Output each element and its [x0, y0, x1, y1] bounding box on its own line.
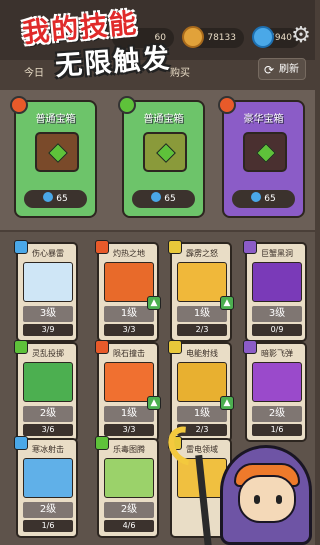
skill-card[interactable]: 灼热之地 1级 3/3 ▲ [95, 240, 161, 342]
upgrade-arrow-icon: ▲ [147, 396, 161, 410]
skill-progress: 3/3 [104, 424, 154, 436]
skill-art-icon [177, 262, 227, 302]
skill-name: 巨蟹黑洞 [261, 249, 293, 258]
skill-progress: 3/6 [23, 424, 73, 436]
gem-icon [252, 26, 274, 48]
skill-progress: 4/6 [104, 520, 154, 532]
skill-level: 3级 [23, 306, 73, 322]
skill-name: 电能射线 [186, 349, 218, 358]
eye-icon [254, 495, 260, 504]
eye-icon [276, 495, 282, 504]
gold-counter: 78133 [182, 26, 244, 48]
upgrade-arrow-icon: ▲ [220, 296, 234, 310]
skill-card[interactable]: 伤心暴雷 3级 3/9 [14, 240, 78, 342]
chest-card[interactable]: 普通宝箱 65 [10, 96, 97, 218]
skill-level: 2级 [104, 502, 154, 518]
gem-icon [151, 192, 162, 202]
upgrade-arrow-icon: ▲ [220, 396, 234, 410]
chest-icon [35, 132, 79, 172]
skill-progress: 0/9 [252, 324, 302, 336]
upgrade-arrow-icon: ▲ [147, 296, 161, 310]
skill-card[interactable]: 巨蟹黑洞 3级 0/9 [243, 240, 307, 342]
chest-card[interactable]: 豪华宝箱 65 [218, 96, 305, 218]
gold-coin-icon [182, 26, 204, 48]
skill-art-icon [23, 362, 73, 402]
skill-card[interactable]: 霹雳之怒 1级 2/3 ▲ [168, 240, 234, 342]
skill-name: 寒冰射击 [32, 445, 64, 454]
refresh-button[interactable]: ⟳ 刷新 [258, 58, 306, 80]
chest-label: 普通宝箱 [143, 114, 184, 125]
today-label: 今日 [24, 68, 44, 79]
chest-label: 豪华宝箱 [243, 114, 284, 125]
chest-card[interactable]: 普通宝箱 65 [118, 96, 205, 218]
buy-label: 购买 [170, 68, 190, 79]
skill-name: 陨石撞击 [113, 349, 145, 358]
skill-element-icon [168, 240, 182, 254]
chest-icon [143, 132, 187, 172]
skill-element-icon [95, 436, 109, 450]
skill-progress: 1/6 [23, 520, 73, 532]
skill-element-icon [168, 340, 182, 354]
wizard-face [238, 475, 296, 523]
skill-name: 灼热之地 [113, 249, 145, 258]
skill-art-icon [252, 362, 302, 402]
skill-card[interactable]: 灵乱投掷 2级 3/6 [14, 340, 78, 442]
gem-icon [251, 192, 262, 202]
chest-label: 普通宝箱 [35, 114, 76, 125]
skill-art-icon [177, 362, 227, 402]
gear-icon[interactable]: ⚙ [289, 24, 313, 48]
skill-element-icon [14, 340, 28, 354]
skill-name: 灵乱投掷 [32, 349, 64, 358]
skill-card[interactable]: 乐毒图腾 2级 4/6 [95, 436, 159, 538]
skill-level: 2级 [23, 406, 73, 422]
skill-progress: 3/3 [104, 324, 154, 336]
skill-card[interactable]: 陨石撞击 1级 3/3 ▲ [95, 340, 161, 442]
wizard-mascot [160, 418, 315, 545]
skill-art-icon [252, 262, 302, 302]
skill-card[interactable]: 寒冰射击 2级 1/6 [14, 436, 78, 538]
skill-element-icon [14, 436, 28, 450]
staff-icon [195, 454, 212, 545]
chest-price-button[interactable]: 65 [232, 190, 295, 208]
skill-element-icon [243, 240, 257, 254]
skill-art-icon [104, 458, 154, 498]
skill-element-icon [95, 240, 109, 254]
skill-element-icon [95, 340, 109, 354]
title-line-2: 无限触发 [54, 42, 173, 83]
skill-progress: 3/9 [23, 324, 73, 336]
skill-level: 2级 [23, 502, 73, 518]
skill-name: 霹雳之怒 [186, 249, 218, 258]
skill-element-icon [14, 240, 28, 254]
skill-element-icon [243, 340, 257, 354]
chest-price-button[interactable]: 65 [24, 190, 87, 208]
skill-progress: 2/3 [177, 324, 227, 336]
gem-icon [43, 192, 54, 202]
chest-icon [243, 132, 287, 172]
skill-name: 暗影飞弹 [261, 349, 293, 358]
skill-art-icon [104, 262, 154, 302]
skill-name: 伤心暴雷 [32, 249, 64, 258]
skill-art-icon [23, 262, 73, 302]
skill-level: 3级 [252, 306, 302, 322]
refresh-icon: ⟳ [264, 63, 275, 77]
skill-art-icon [104, 362, 154, 402]
skill-level: 2级 [252, 406, 302, 422]
chest-price-button[interactable]: 65 [132, 190, 195, 208]
skill-art-icon [23, 458, 73, 498]
skill-name: 乐毒图腾 [113, 445, 145, 454]
